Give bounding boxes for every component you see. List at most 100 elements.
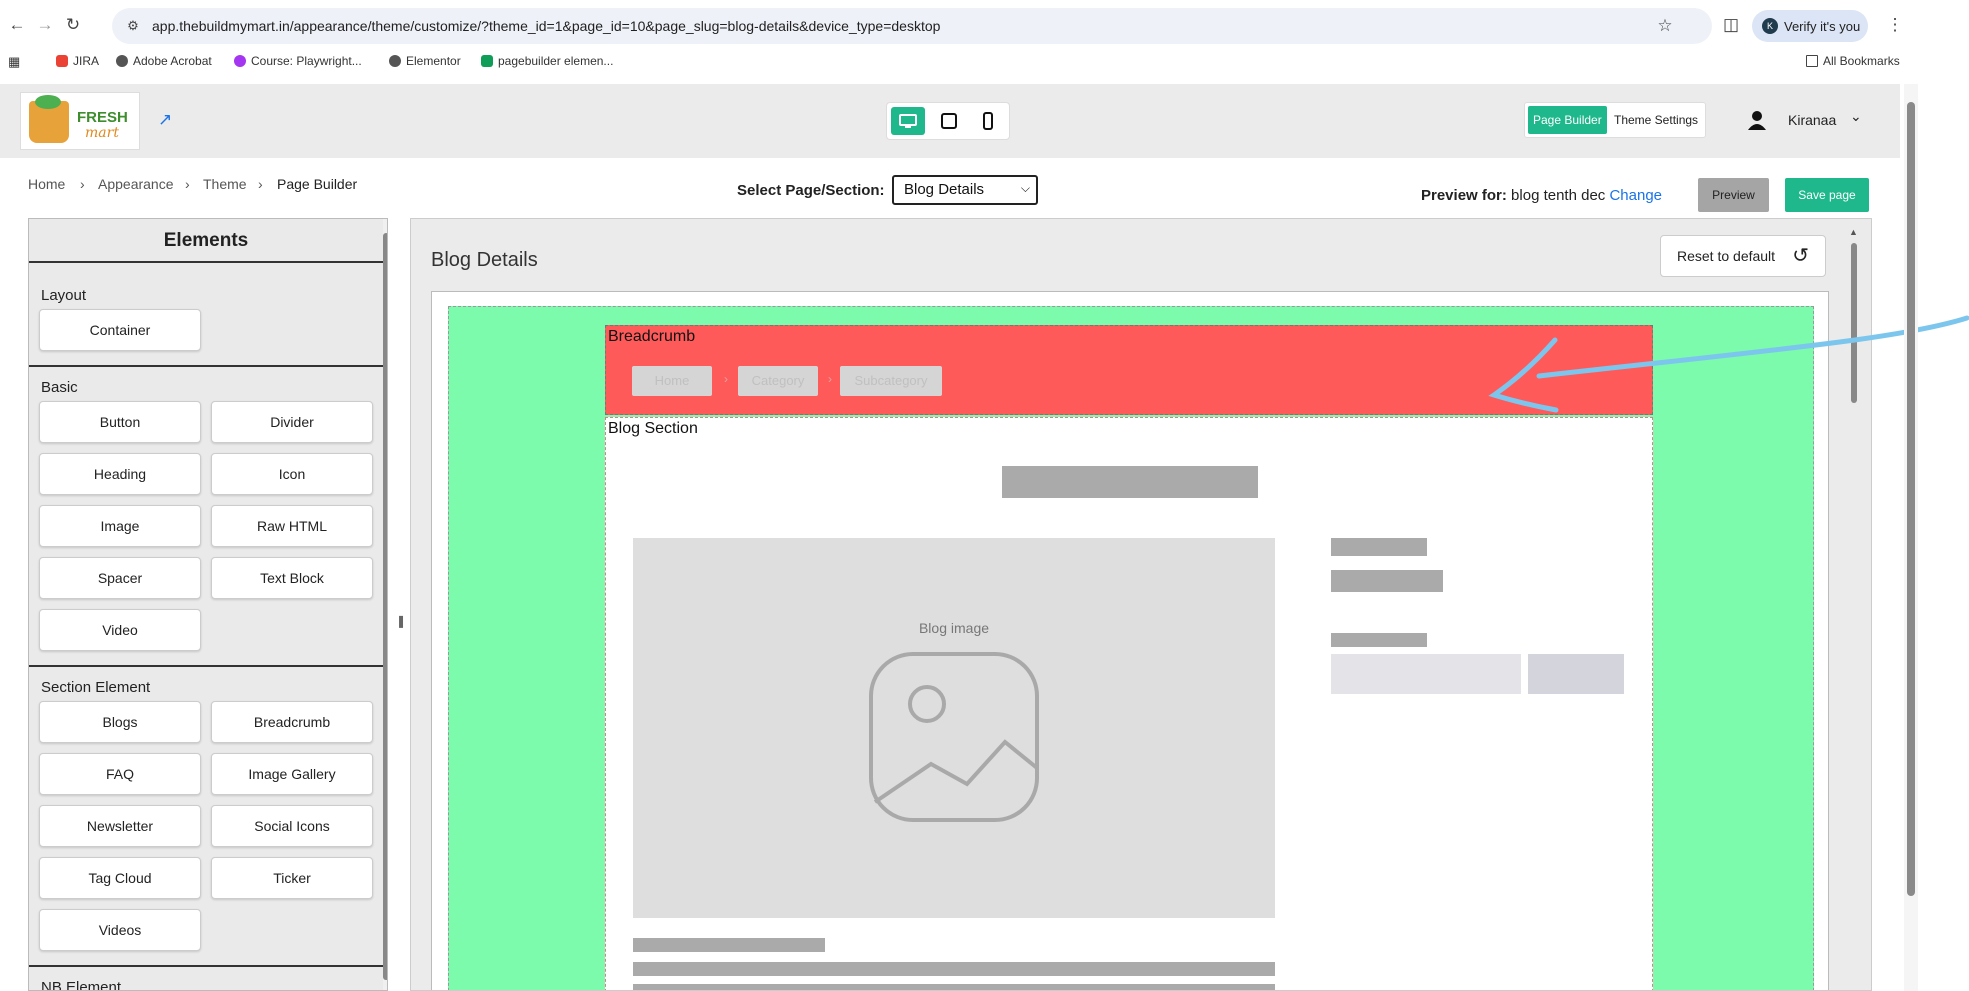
element-videos[interactable]: Videos (39, 909, 201, 951)
address-bar[interactable]: ⚙ app.thebuildmymart.in/appearance/theme… (112, 8, 1712, 44)
preview-for: Preview for: blog tenth dec Change (1421, 187, 1662, 204)
extensions-icon[interactable]: ◫ (1720, 14, 1742, 36)
sidebar-line-placeholder (1331, 570, 1443, 592)
leaf-icon (35, 95, 61, 109)
panel-scrollbar[interactable] (383, 219, 387, 990)
desktop-icon (899, 114, 917, 128)
chevron-down-icon: ⌄ (1850, 108, 1862, 124)
reload-icon[interactable]: ↻ (62, 14, 84, 36)
preview-for-value: blog tenth dec (1511, 187, 1606, 204)
sidebar-label-placeholder (1331, 633, 1427, 647)
bookmark-playwright[interactable]: Course: Playwright... (234, 54, 362, 68)
folder-icon (1806, 55, 1818, 67)
blog-section[interactable]: Blog Section Blog image (605, 417, 1653, 990)
chevron-right-icon: › (828, 372, 832, 386)
element-image[interactable]: Image (39, 505, 201, 547)
forward-icon[interactable]: → (34, 14, 56, 36)
all-bookmarks[interactable]: All Bookmarks (1806, 54, 1900, 68)
page-section-select[interactable]: Blog Details ⌵ (892, 175, 1038, 205)
element-ticker[interactable]: Ticker (211, 857, 373, 899)
element-breadcrumb[interactable]: Breadcrumb (211, 701, 373, 743)
url-text[interactable]: app.thebuildmymart.in/appearance/theme/c… (152, 18, 940, 34)
chevron-right-icon: › (80, 176, 85, 192)
element-video[interactable]: Video (39, 609, 201, 651)
divider (29, 365, 383, 367)
breadcrumb-appearance[interactable]: Appearance (98, 176, 174, 192)
element-text-block[interactable]: Text Block (211, 557, 373, 599)
chevron-right-icon: › (185, 176, 190, 192)
address-row: ← → ↻ ⚙ app.thebuildmymart.in/appearance… (0, 6, 1969, 44)
window-scrollbar[interactable] (1904, 84, 1918, 991)
browser-chrome: ← → ↻ ⚙ app.thebuildmymart.in/appearance… (0, 0, 1969, 84)
sheets-icon (481, 55, 493, 67)
apps-grid-icon[interactable]: ▦ (8, 54, 20, 70)
tab-theme-settings[interactable]: Theme Settings (1609, 106, 1703, 134)
select-page-label: Select Page/Section: (737, 182, 885, 199)
search-button-placeholder (1528, 654, 1624, 694)
scrollbar-thumb[interactable] (1907, 102, 1915, 896)
verify-button[interactable]: K Verify it's you (1752, 10, 1868, 42)
element-divider[interactable]: Divider (211, 401, 373, 443)
element-newsletter[interactable]: Newsletter (39, 805, 201, 847)
group-heading-section-element: Section Element (41, 679, 151, 696)
site-info-icon[interactable]: ⚙ (122, 15, 144, 37)
app: FRESH mart ↗ Page Builder Theme Settings… (0, 84, 1969, 991)
reset-to-default-button[interactable]: Reset to default ↺ (1660, 235, 1826, 277)
menu-kebab-icon[interactable]: ⋮ (1884, 14, 1906, 36)
element-tag-cloud[interactable]: Tag Cloud (39, 857, 201, 899)
group-heading-basic: Basic (41, 379, 78, 396)
back-icon[interactable]: ← (6, 14, 28, 36)
element-social-icons[interactable]: Social Icons (211, 805, 373, 847)
desktop-device-button[interactable] (891, 107, 925, 135)
user-name: Kiranaa (1788, 112, 1837, 128)
reset-label: Reset to default (1677, 248, 1776, 264)
title-placeholder (1002, 466, 1258, 498)
divider (29, 665, 383, 667)
blog-image-placeholder: Blog image (633, 538, 1275, 918)
element-icon[interactable]: Icon (211, 453, 373, 495)
element-spacer[interactable]: Spacer (39, 557, 201, 599)
blog-image-caption: Blog image (918, 620, 990, 636)
globe-icon (389, 55, 401, 67)
tablet-icon (941, 113, 957, 129)
scrollbar-thumb[interactable] (383, 233, 387, 980)
breadcrumb-home[interactable]: Home (28, 176, 65, 192)
change-link[interactable]: Change (1609, 187, 1662, 204)
gmail-icon (56, 55, 68, 67)
profile-avatar: K (1762, 18, 1778, 34)
element-blogs[interactable]: Blogs (39, 701, 201, 743)
verify-label: Verify it's you (1784, 19, 1861, 34)
preview-button[interactable]: Preview (1698, 178, 1769, 212)
blog-section-label: Blog Section (608, 420, 698, 437)
tab-page-builder[interactable]: Page Builder (1528, 106, 1607, 134)
udemy-icon (234, 55, 246, 67)
resize-handle[interactable]: ❚ (396, 614, 406, 628)
element-button[interactable]: Button (39, 401, 201, 443)
user-menu[interactable]: Kiranaa ⌄ (1748, 108, 1868, 132)
element-image-gallery[interactable]: Image Gallery (211, 753, 373, 795)
bc-pill-category: Category (738, 366, 818, 396)
elements-panel-body: Elements Layout Container Basic Button D… (29, 219, 383, 990)
elements-panel-title: Elements (29, 219, 383, 263)
logo-text-mart: mart (85, 125, 119, 141)
element-heading[interactable]: Heading (39, 453, 201, 495)
tablet-device-button[interactable] (932, 107, 966, 135)
save-page-button[interactable]: Save page (1785, 178, 1869, 212)
scroll-up-arrow-icon[interactable]: ▲ (1849, 227, 1858, 237)
element-container[interactable]: Container (39, 309, 201, 351)
element-faq[interactable]: FAQ (39, 753, 201, 795)
sidebar-heading-placeholder (1331, 538, 1427, 556)
bookmark-jira[interactable]: JIRA (56, 54, 99, 68)
breadcrumb-page-builder: Page Builder (277, 176, 358, 192)
elements-panel: Elements Layout Container Basic Button D… (28, 218, 388, 991)
star-icon[interactable]: ☆ (1654, 15, 1676, 37)
logo-text-fresh: FRESH (77, 109, 128, 126)
bookmark-acrobat[interactable]: Adobe Acrobat (116, 54, 212, 68)
logo[interactable]: FRESH mart (20, 92, 140, 150)
breadcrumb-theme[interactable]: Theme (203, 176, 247, 192)
element-raw-html[interactable]: Raw HTML (211, 505, 373, 547)
mobile-device-button[interactable] (971, 107, 1005, 135)
external-link-icon[interactable]: ↗ (158, 111, 176, 129)
bookmark-elementor[interactable]: Elementor (389, 54, 461, 68)
bookmark-pagebuilder[interactable]: pagebuilder elemen... (481, 54, 613, 68)
